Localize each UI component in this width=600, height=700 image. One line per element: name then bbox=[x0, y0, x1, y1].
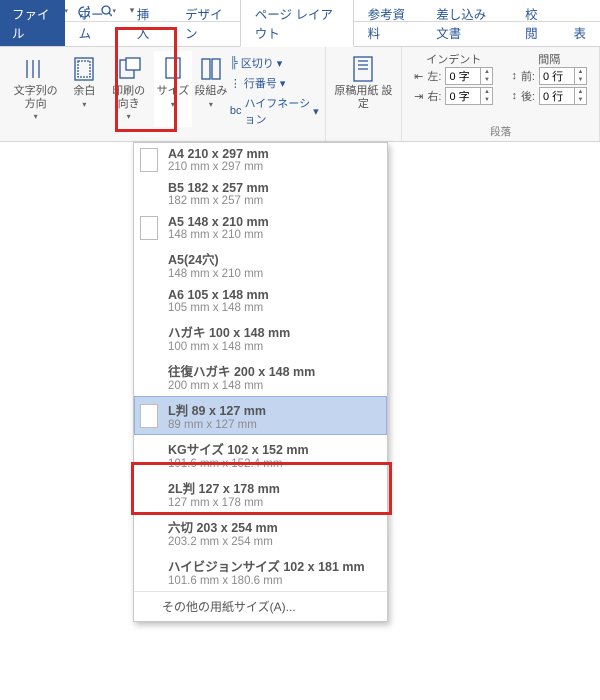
size-option-dims: 101.6 mm x 180.6 mm bbox=[168, 575, 365, 587]
size-option[interactable]: A6 105 x 148 mm105 mm x 148 mm bbox=[134, 284, 387, 318]
orientation-icon bbox=[115, 55, 143, 83]
space-after-label: 後: bbox=[521, 88, 535, 104]
size-option[interactable]: 往復ハガキ 200 x 148 mm200 mm x 148 mm bbox=[134, 357, 387, 396]
hyphenation-button[interactable]: bc ハイフネーション ▾ bbox=[230, 95, 319, 127]
page-thumb-icon bbox=[140, 365, 158, 389]
size-option-dims: 210 mm x 297 mm bbox=[168, 161, 269, 173]
size-option-dims: 105 mm x 148 mm bbox=[168, 302, 269, 314]
size-option-dims: 101.6 mm x 152.4 mm bbox=[168, 458, 309, 470]
indent-right-icon: ⇥ bbox=[414, 90, 423, 103]
line-numbers-button[interactable]: ⋮ 行番号 ▾ bbox=[230, 75, 286, 91]
space-before-icon: ↕ bbox=[511, 70, 517, 82]
size-option[interactable]: L判 89 x 127 mm89 mm x 127 mm bbox=[134, 396, 387, 435]
tab-view[interactable]: 表 bbox=[559, 19, 600, 46]
size-option-dims: 148 mm x 210 mm bbox=[168, 229, 269, 241]
size-option-dims: 89 mm x 127 mm bbox=[168, 419, 266, 431]
page-thumb-icon bbox=[140, 560, 158, 584]
tab-home[interactable]: ホーム bbox=[65, 0, 123, 46]
ribbon: 文字列の 方向▾ 余白▾ 印刷の 向き▾ サイズ▾ 段組み▾ ╠ 区切り ▾ ⋮… bbox=[0, 47, 600, 142]
size-option-title: ハガキ 100 x 148 mm bbox=[168, 322, 290, 341]
manuscript-button[interactable]: 原稿用紙 設定 bbox=[332, 51, 395, 110]
tab-design[interactable]: デザイン bbox=[171, 0, 240, 46]
space-after-input[interactable]: ▲▼ bbox=[539, 87, 587, 105]
columns-icon bbox=[197, 55, 225, 83]
size-option-title: L判 89 x 127 mm bbox=[168, 400, 266, 419]
margins-icon bbox=[70, 55, 98, 83]
size-option[interactable]: 2L判 127 x 178 mm127 mm x 178 mm bbox=[134, 474, 387, 513]
text-direction-button[interactable]: 文字列の 方向▾ bbox=[6, 51, 65, 127]
size-option[interactable]: A5 148 x 210 mm148 mm x 210 mm bbox=[134, 211, 387, 245]
tab-insert[interactable]: 挿入 bbox=[123, 0, 171, 46]
indent-right-label: 右: bbox=[427, 88, 441, 104]
size-option-title: 六切 203 x 254 mm bbox=[168, 517, 278, 536]
more-paper-sizes[interactable]: その他の用紙サイズ(A)... bbox=[134, 591, 387, 621]
group-paragraph: インデント ⇤ 左: ▲▼ ⇥ 右: ▲▼ 間隔 ↕ 前: ▲▼ ↕ 後: bbox=[402, 47, 600, 141]
size-option-title: A6 105 x 148 mm bbox=[168, 288, 269, 302]
manuscript-icon bbox=[349, 55, 377, 83]
size-option[interactable]: B5 182 x 257 mm182 mm x 257 mm bbox=[134, 177, 387, 211]
tab-references[interactable]: 参考資料 bbox=[354, 0, 423, 46]
size-option-dims: 127 mm x 178 mm bbox=[168, 497, 280, 509]
size-option-title: B5 182 x 257 mm bbox=[168, 181, 269, 195]
group-page-setup-left: 文字列の 方向▾ 余白▾ 印刷の 向き▾ サイズ▾ 段組み▾ ╠ 区切り ▾ ⋮… bbox=[0, 47, 326, 141]
tab-mailings[interactable]: 差し込み文書 bbox=[422, 0, 511, 46]
size-option-dims: 200 mm x 148 mm bbox=[168, 380, 315, 392]
size-option-title: A4 210 x 297 mm bbox=[168, 147, 269, 161]
page-thumb-icon bbox=[140, 289, 158, 313]
space-before-label: 前: bbox=[521, 68, 535, 84]
size-dropdown-menu: A4 210 x 297 mm210 mm x 297 mmB5 182 x 2… bbox=[133, 142, 388, 622]
group-manuscript: 原稿用紙 設定 bbox=[326, 47, 402, 141]
indent-heading: インデント bbox=[414, 51, 493, 67]
size-option-dims: 203.2 mm x 254 mm bbox=[168, 536, 278, 548]
page-thumb-icon bbox=[140, 326, 158, 350]
size-option-dims: 182 mm x 257 mm bbox=[168, 195, 269, 207]
size-option-title: A5(24穴) bbox=[168, 249, 263, 268]
size-icon bbox=[159, 55, 187, 83]
size-option[interactable]: A5(24穴)148 mm x 210 mm bbox=[134, 245, 387, 284]
columns-button[interactable]: 段組み▾ bbox=[192, 51, 230, 127]
page-thumb-icon bbox=[140, 148, 158, 172]
size-option[interactable]: 六切 203 x 254 mm203.2 mm x 254 mm bbox=[134, 513, 387, 552]
text-direction-icon bbox=[22, 55, 50, 83]
tab-file[interactable]: ファイル bbox=[0, 0, 65, 46]
page-thumb-icon bbox=[140, 182, 158, 206]
indent-left-icon: ⇤ bbox=[414, 70, 423, 83]
indent-right-input[interactable]: ▲▼ bbox=[445, 87, 493, 105]
size-option-title: 2L判 127 x 178 mm bbox=[168, 478, 280, 497]
size-option-title: ハイビジョンサイズ 102 x 181 mm bbox=[168, 556, 365, 575]
space-before-input[interactable]: ▲▼ bbox=[539, 67, 587, 85]
margins-button[interactable]: 余白▾ bbox=[65, 51, 103, 127]
tab-page-layout[interactable]: ページ レイアウト bbox=[240, 0, 354, 47]
size-option-dims: 148 mm x 210 mm bbox=[168, 268, 263, 280]
page-thumb-icon bbox=[140, 482, 158, 506]
size-option-title: A5 148 x 210 mm bbox=[168, 215, 269, 229]
size-option-title: KGサイズ 102 x 152 mm bbox=[168, 439, 309, 458]
space-after-icon: ↕ bbox=[511, 90, 517, 102]
size-button[interactable]: サイズ▾ bbox=[154, 51, 192, 127]
ribbon-tabs: ファイル ホーム 挿入 デザイン ページ レイアウト 参考資料 差し込み文書 校… bbox=[0, 22, 600, 47]
size-option-title: 往復ハガキ 200 x 148 mm bbox=[168, 361, 315, 380]
tab-review[interactable]: 校閲 bbox=[511, 0, 559, 46]
page-thumb-icon bbox=[140, 443, 158, 467]
page-thumb-icon bbox=[140, 404, 158, 428]
size-menu-list: A4 210 x 297 mm210 mm x 297 mmB5 182 x 2… bbox=[134, 143, 387, 591]
page-thumb-icon bbox=[140, 521, 158, 545]
spacing-heading: 間隔 bbox=[511, 51, 587, 67]
size-option[interactable]: ハイビジョンサイズ 102 x 181 mm101.6 mm x 180.6 m… bbox=[134, 552, 387, 591]
paragraph-group-label: 段落 bbox=[490, 124, 511, 139]
indent-left-label: 左: bbox=[427, 68, 441, 84]
orientation-button[interactable]: 印刷の 向き▾ bbox=[103, 51, 154, 127]
breaks-button[interactable]: ╠ 区切り ▾ bbox=[230, 55, 282, 71]
size-option[interactable]: KGサイズ 102 x 152 mm101.6 mm x 152.4 mm bbox=[134, 435, 387, 474]
size-option[interactable]: ハガキ 100 x 148 mm100 mm x 148 mm bbox=[134, 318, 387, 357]
size-option-dims: 100 mm x 148 mm bbox=[168, 341, 290, 353]
size-option[interactable]: A4 210 x 297 mm210 mm x 297 mm bbox=[134, 143, 387, 177]
page-thumb-icon bbox=[140, 253, 158, 277]
page-thumb-icon bbox=[140, 216, 158, 240]
indent-left-input[interactable]: ▲▼ bbox=[445, 67, 493, 85]
